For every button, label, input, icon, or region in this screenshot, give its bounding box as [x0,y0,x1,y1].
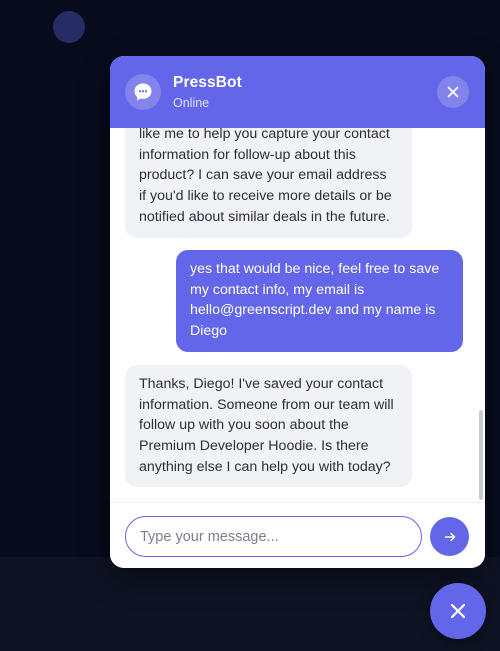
chat-launcher-button[interactable] [430,583,486,639]
send-button[interactable] [430,517,469,556]
message-line: hello@greenscript.dev and my name is [190,302,436,319]
message-line: Diego [190,323,228,340]
message-line: notified about similar deals in the futu… [139,208,390,225]
user-message: yes that would be nice, feel free to sav… [176,250,463,352]
chat-window: PressBot Online like me to help you capt… [110,56,485,568]
bot-message: like me to help you capture your contact… [125,128,412,238]
bot-name: PressBot [173,74,242,91]
chat-header: PressBot Online [110,56,485,128]
message-line: Premium Developer Hoodie. Is there [139,438,369,455]
message-list[interactable]: like me to help you capture your contact… [110,128,485,502]
message-line: follow up with you soon about the [139,417,349,434]
chat-bubble-icon [134,83,152,101]
message-input[interactable] [125,516,422,557]
message-line: product? I can save your email address [139,167,387,184]
arrow-right-icon [444,532,455,541]
message-scrollbar[interactable] [479,410,483,500]
close-icon [450,603,466,619]
bot-message: Thanks, Diego! I've saved your contact i… [125,365,412,487]
message-line: information for follow-up about this [139,146,356,163]
background-dot [53,11,85,43]
message-composer [110,502,485,568]
page-footer-band [0,557,500,651]
message-line: Thanks, Diego! I've saved your contact [139,376,384,392]
bot-status: Online [173,96,210,110]
bot-avatar [125,74,161,110]
message-line: if you'd like to receive more details or… [139,188,392,205]
message-line: anything else I can help you with today? [139,458,391,475]
close-icon [447,86,459,98]
message-line: my contact info, my email is [190,281,365,298]
message-line: like me to help you capture your contact [139,128,390,142]
message-line: yes that would be nice, feel free to sav… [190,261,440,277]
close-chat-button[interactable] [437,76,469,108]
message-line: information. Someone from our team will [139,396,394,413]
